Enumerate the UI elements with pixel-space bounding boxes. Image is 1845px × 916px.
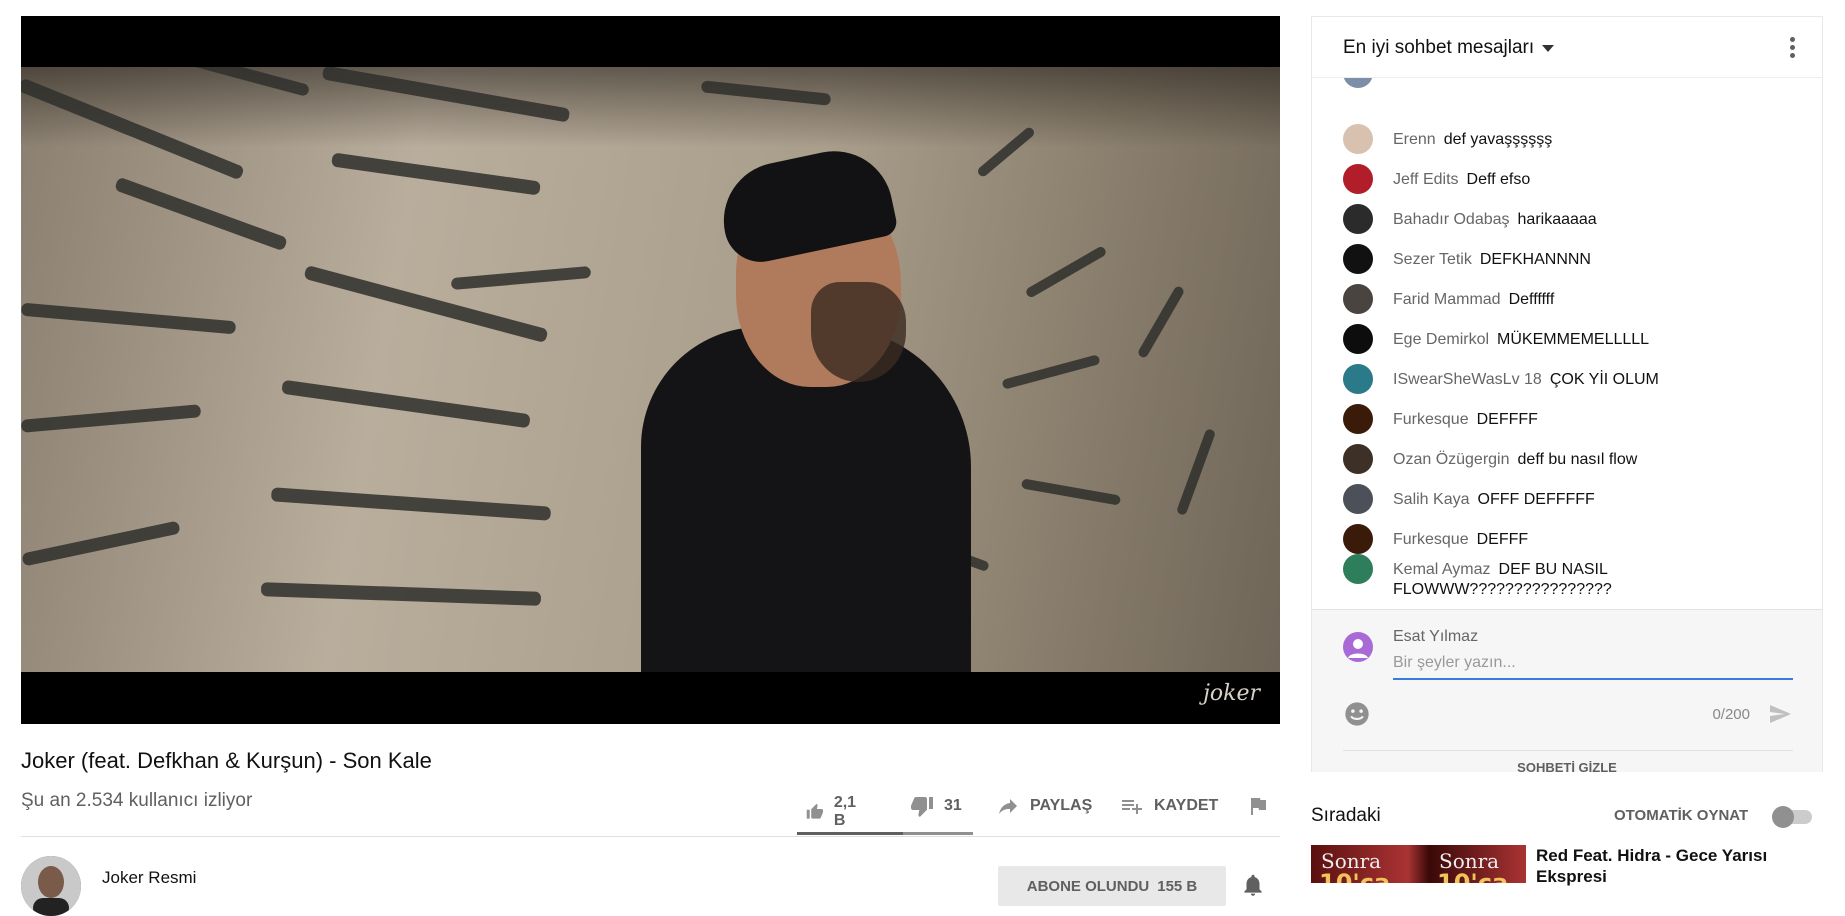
- video-title: Joker (feat. Defkhan & Kurşun) - Son Kal…: [21, 748, 432, 773]
- message-text: ÇOK YİI OLUM: [1549, 371, 1659, 388]
- chat-message: Ege Demirkol MÜKEMMEMELLLLL: [1343, 324, 1813, 354]
- subscriber-count: 155 B: [1157, 877, 1198, 895]
- chat-message: Farid Mammad Deffffff: [1343, 284, 1813, 314]
- user-avatar[interactable]: [1343, 284, 1373, 314]
- dislike-button[interactable]: 31: [910, 794, 962, 818]
- like-count: 2,1 B: [833, 794, 857, 829]
- notification-bell-icon[interactable]: [1240, 872, 1266, 898]
- thumbs-down-icon: [911, 797, 933, 817]
- message-text: OFFF DEFFFFF: [1477, 491, 1595, 508]
- message-text: DEFFF: [1476, 531, 1529, 548]
- message-author[interactable]: Furkesque: [1393, 411, 1469, 428]
- chat-message: ISwearSheWasLv 18 ÇOK YİI OLUM: [1343, 364, 1813, 394]
- caret-down-icon: [1542, 44, 1555, 52]
- message-text: deff bu nasıl flow: [1517, 451, 1638, 468]
- message-text: Deff efso: [1466, 171, 1531, 188]
- message-author[interactable]: ISwearSheWasLv 18: [1393, 371, 1542, 388]
- chat-message: [1343, 78, 1373, 88]
- character-counter: 0/200: [1712, 706, 1750, 723]
- message-author[interactable]: Ozan Özügergin: [1393, 451, 1510, 468]
- message-author[interactable]: Furkesque: [1393, 531, 1469, 548]
- chat-message: Ozan Özügergin deff bu nasıl flow: [1343, 444, 1813, 474]
- like-button[interactable]: 2,1 B: [806, 794, 862, 830]
- chat-input[interactable]: Bir şeyler yazın...: [1393, 654, 1793, 680]
- thumbs-up-icon: [806, 803, 824, 819]
- autoplay-label: OTOMATİK OYNAT: [1614, 807, 1749, 824]
- message-author[interactable]: Jeff Edits: [1393, 171, 1459, 188]
- video-watermark: joker: [1203, 681, 1260, 706]
- user-avatar[interactable]: [1343, 554, 1373, 584]
- current-user-avatar: [1343, 632, 1373, 662]
- up-next-heading: Sıradaki: [1311, 805, 1381, 826]
- message-author[interactable]: Erenn: [1393, 131, 1436, 148]
- chat-message: Erenn def yavaşşşşşş: [1343, 124, 1813, 154]
- chat-message: Salih Kaya OFFF DEFFFFF: [1343, 484, 1813, 514]
- current-user-name: Esat Yılmaz: [1393, 628, 1479, 645]
- divider: [21, 836, 1280, 837]
- chat-mode-dropdown[interactable]: En iyi sohbet mesajları: [1343, 37, 1555, 59]
- video-frame[interactable]: [21, 67, 1280, 672]
- user-avatar[interactable]: [1343, 124, 1373, 154]
- save-button[interactable]: KAYDET: [1120, 794, 1218, 818]
- send-icon[interactable]: [1766, 702, 1794, 726]
- message-author[interactable]: Sezer Tetik: [1393, 251, 1472, 268]
- subscribe-button[interactable]: ABONE OLUNDU 155 B: [998, 866, 1226, 906]
- message-author[interactable]: Bahadır Odabaş: [1393, 211, 1510, 228]
- user-avatar[interactable]: [1343, 364, 1373, 394]
- message-author[interactable]: Kemal Aymaz: [1393, 561, 1491, 578]
- emoji-icon[interactable]: [1343, 700, 1371, 728]
- message-author[interactable]: Salih Kaya: [1393, 491, 1470, 508]
- user-avatar[interactable]: [1343, 164, 1373, 194]
- message-text: DEFKHANNNN: [1479, 251, 1591, 268]
- chat-composer: Esat Yılmaz Bir şeyler yazın... 0/200 SO…: [1312, 609, 1822, 775]
- message-text: def yavaşşşşşş: [1443, 131, 1553, 148]
- dislike-count: 31: [944, 797, 962, 814]
- user-avatar[interactable]: [1343, 524, 1373, 554]
- chat-message: Furkesque DEFFFF: [1343, 404, 1813, 434]
- channel-name[interactable]: Joker Resmi: [102, 868, 196, 888]
- flag-icon: [1251, 798, 1266, 815]
- like-ratio-bar: [797, 832, 973, 835]
- next-video-title[interactable]: Red Feat. Hidra - Gece Yarısı Ekspresi: [1536, 845, 1806, 887]
- video-player[interactable]: joker: [21, 16, 1280, 724]
- chat-message: Bahadır Odabaş harikaaaaa: [1343, 204, 1813, 234]
- message-text: harikaaaaa: [1517, 211, 1597, 228]
- message-text: MÜKEMMEMELLLLL: [1497, 331, 1650, 348]
- message-author[interactable]: Ege Demirkol: [1393, 331, 1489, 348]
- hide-chat-button[interactable]: SOHBETİ GİZLE: [1312, 760, 1822, 775]
- user-avatar[interactable]: [1343, 324, 1373, 354]
- channel-avatar[interactable]: [21, 856, 81, 916]
- viewer-count: Şu an 2.534 kullanıcı izliyor: [21, 790, 253, 811]
- chat-messages[interactable]: Erenn def yavaşşşşşş Jeff Edits Deff efso Ba…: [1312, 78, 1822, 608]
- message-text: Deffffff: [1508, 291, 1555, 308]
- chat-message: Kemal Aymaz DEF BU NASIL FLOWWW??????????…: [1343, 554, 1653, 600]
- playlist-add-icon: [1122, 800, 1142, 814]
- chat-message: Jeff Edits Deff efso: [1343, 164, 1813, 194]
- chat-message: Furkesque DEFFF: [1343, 524, 1813, 554]
- chat-message: Sezer Tetik DEFKHANNNN: [1343, 244, 1813, 274]
- user-avatar[interactable]: [1343, 244, 1373, 274]
- user-avatar[interactable]: [1343, 444, 1373, 474]
- user-avatar[interactable]: [1343, 204, 1373, 234]
- user-avatar[interactable]: [1343, 484, 1373, 514]
- more-options-icon[interactable]: [1790, 37, 1796, 59]
- next-video-thumbnail[interactable]: Sonra Sonra 10'ca 10'ca: [1311, 845, 1526, 883]
- live-chat: En iyi sohbet mesajları Erenn def yavaşşş…: [1311, 16, 1823, 775]
- message-author[interactable]: Farid Mammad: [1393, 291, 1501, 308]
- autoplay-toggle[interactable]: [1772, 806, 1812, 828]
- share-icon: [999, 799, 1017, 814]
- chat-header: En iyi sohbet mesajları: [1312, 17, 1822, 78]
- report-button[interactable]: [1246, 794, 1270, 818]
- user-avatar: [1343, 78, 1373, 88]
- message-text: DEFFFF: [1476, 411, 1538, 428]
- user-avatar[interactable]: [1343, 404, 1373, 434]
- share-button[interactable]: PAYLAŞ: [996, 794, 1092, 818]
